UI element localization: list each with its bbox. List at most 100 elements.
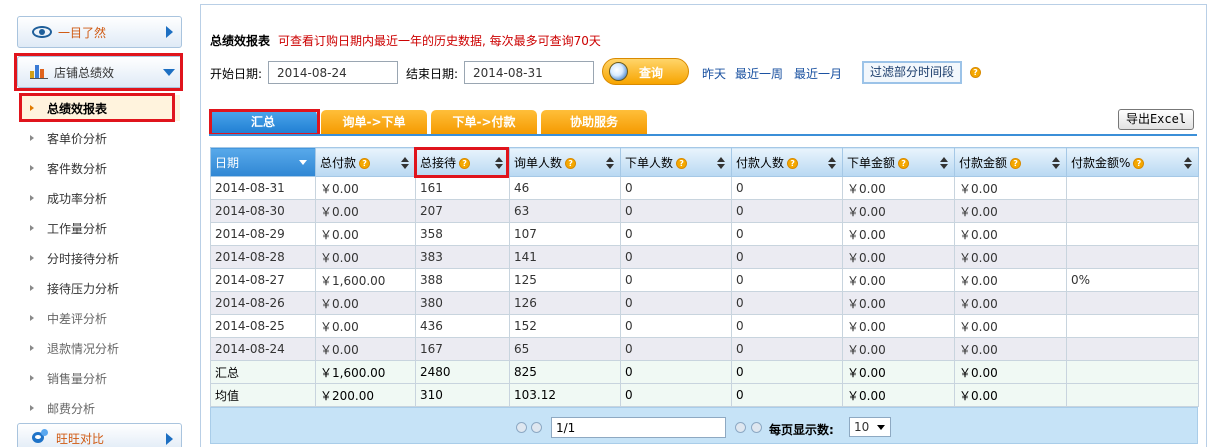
sort-icon[interactable]: [717, 157, 725, 169]
sidebar-item[interactable]: 退款情况分析: [22, 335, 180, 361]
column-header[interactable]: 付款金额%?: [1066, 147, 1199, 177]
help-icon[interactable]: ?: [565, 157, 577, 169]
help-icon[interactable]: ?: [676, 157, 688, 169]
table-cell: ￥0.00: [842, 314, 955, 338]
column-header[interactable]: 付款金额?: [954, 147, 1067, 177]
table-cell: 2480: [415, 360, 510, 384]
pagination-bar: 每页显示数: 10: [210, 407, 1198, 444]
table-cell: 152: [509, 314, 621, 338]
sidebar-item[interactable]: 成功率分析: [22, 185, 180, 211]
tab-inquiry-to-order[interactable]: 询单->下单: [321, 110, 427, 134]
nav-wangwang-compare-button[interactable]: 旺旺对比: [17, 423, 182, 447]
column-header-label: 日期: [215, 155, 240, 170]
table-cell: 141: [509, 245, 621, 269]
sidebar-item[interactable]: 客单价分析: [22, 125, 180, 151]
sort-desc-icon[interactable]: [299, 160, 307, 165]
help-icon[interactable]: ?: [359, 157, 371, 169]
table-cell: 0: [731, 268, 843, 292]
wangwang-icon: [32, 429, 50, 444]
last-page-icon[interactable]: [751, 422, 762, 433]
help-icon[interactable]: ?: [1010, 157, 1022, 169]
sidebar-item-label: 分时接待分析: [47, 251, 120, 266]
last-week-link[interactable]: 最近一周: [735, 65, 783, 82]
sidebar-item[interactable]: 客件数分析: [22, 155, 180, 181]
help-icon[interactable]: ?: [787, 157, 799, 169]
sidebar-item[interactable]: 分时接待分析: [22, 245, 180, 271]
column-header[interactable]: 下单金额?: [842, 147, 955, 177]
sort-icon[interactable]: [401, 157, 409, 169]
table-cell: ￥0.00: [842, 268, 955, 292]
prev-page-icon[interactable]: [531, 422, 542, 433]
time-slot-filter-button[interactable]: 过滤部分时间段: [862, 61, 962, 84]
start-date-input[interactable]: [268, 61, 398, 84]
sort-icon[interactable]: [1052, 157, 1060, 169]
table-cell: ￥0.00: [954, 222, 1067, 246]
column-header-label: 下单金额: [847, 155, 896, 170]
help-icon[interactable]: ?: [970, 67, 981, 78]
help-icon[interactable]: ?: [1133, 157, 1145, 169]
sidebar-item[interactable]: 工作量分析: [22, 215, 180, 241]
sidebar-item[interactable]: 接待压力分析: [22, 275, 180, 301]
next-page-icon[interactable]: [735, 422, 746, 433]
sidebar-item[interactable]: 总绩效报表: [22, 95, 180, 121]
table-cell: ￥0.00: [842, 199, 955, 223]
table-cell: 380: [415, 291, 510, 315]
bullet-arrow-icon: [30, 255, 34, 261]
nav-store-performance-button[interactable]: 店铺总绩效: [17, 56, 182, 88]
column-header[interactable]: 下单人数?: [620, 147, 732, 177]
sort-icon[interactable]: [940, 157, 948, 169]
help-icon[interactable]: ?: [459, 157, 471, 169]
chevron-down-icon: [877, 425, 885, 430]
per-page-value: 10: [854, 420, 870, 434]
page-number-input[interactable]: [551, 417, 726, 438]
column-header[interactable]: 总接待?: [415, 147, 510, 177]
table-cell: ￥0.00: [954, 383, 1067, 407]
nav-overview-button[interactable]: 一目了然: [17, 16, 182, 48]
table-cell: [1066, 222, 1199, 246]
table-cell: [1066, 314, 1199, 338]
column-header[interactable]: 付款人数?: [731, 147, 843, 177]
help-icon[interactable]: ?: [898, 157, 910, 169]
sort-icon[interactable]: [606, 157, 614, 169]
column-header-label: 总接待: [420, 155, 457, 170]
sort-icon[interactable]: [1184, 157, 1192, 169]
sidebar-item-label: 客件数分析: [47, 161, 108, 176]
query-button[interactable]: 查询: [602, 58, 689, 85]
column-header-label: 付款金额%: [1071, 155, 1131, 170]
sidebar-item[interactable]: 邮费分析: [22, 395, 180, 421]
first-page-icon[interactable]: [516, 422, 527, 433]
tab-assist-service[interactable]: 协助服务: [541, 110, 647, 134]
last-month-link[interactable]: 最近一月: [794, 65, 842, 82]
sidebar-item[interactable]: 销售量分析: [22, 365, 180, 391]
table-cell: [1066, 360, 1199, 384]
date-filter-bar: 开始日期: 结束日期: 查询 昨天 最近一周 最近一月 过滤部分时间段 ?: [210, 58, 1200, 85]
tab-summary[interactable]: 汇总: [209, 110, 317, 134]
table-cell: 0: [620, 337, 732, 361]
sort-icon[interactable]: [495, 157, 503, 169]
sidebar-item-label: 接待压力分析: [47, 281, 120, 296]
table-cell: [1066, 291, 1199, 315]
table-cell: 0: [731, 245, 843, 269]
table-cell: ￥0.00: [954, 199, 1067, 223]
per-page-select[interactable]: 10: [849, 417, 891, 437]
table-cell: 0: [620, 360, 732, 384]
yesterday-link[interactable]: 昨天: [702, 65, 726, 82]
table-cell: 2014-08-28: [210, 245, 316, 269]
column-header[interactable]: 日期: [210, 147, 316, 177]
tab-order-to-payment[interactable]: 下单->付款: [431, 110, 537, 134]
table-cell: 46: [509, 176, 621, 200]
end-date-input[interactable]: [464, 61, 594, 84]
export-excel-button[interactable]: 导出Excel: [1118, 109, 1194, 130]
table-header-row: 日期 总付款? 总接待? 询单人数? 下单人数? 付款人数? 下单金额? 付款金额? 付款金额%…: [210, 147, 1199, 177]
column-header[interactable]: 询单人数?: [509, 147, 621, 177]
bullet-arrow-icon: [30, 165, 34, 171]
sidebar-item[interactable]: 中差评分析: [22, 305, 180, 331]
table-cell: 2014-08-27: [210, 268, 316, 292]
nav-wangwang-compare-label: 旺旺对比: [56, 431, 105, 446]
sidebar-item-label: 退款情况分析: [47, 341, 120, 356]
sort-icon[interactable]: [828, 157, 836, 169]
table-row: 汇总 ￥1,600.00 2480 825 0 0 ￥0.00 ￥0.00: [210, 360, 1199, 384]
table-cell: [1066, 245, 1199, 269]
column-header[interactable]: 总付款?: [315, 147, 416, 177]
chevron-down-icon: [163, 69, 175, 76]
